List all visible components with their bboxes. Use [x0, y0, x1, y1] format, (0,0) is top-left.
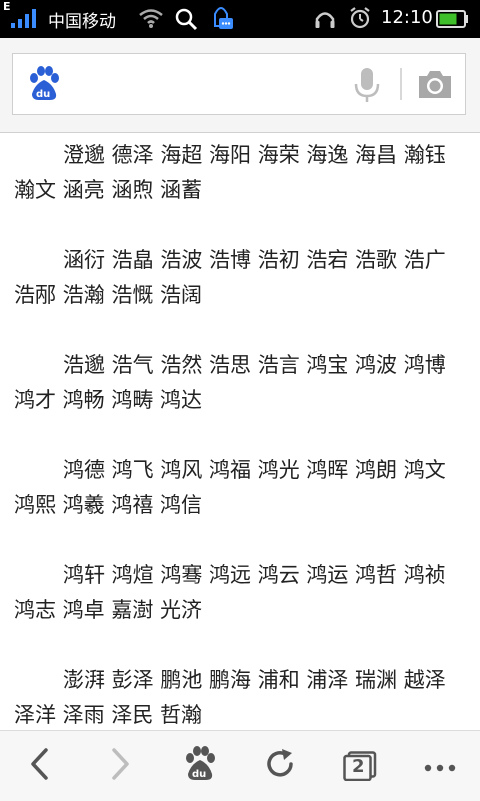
more-menu-button[interactable] [400, 731, 480, 801]
status-bar: E 中国移动 12:10 [0, 0, 480, 38]
svg-text:du: du [36, 89, 50, 100]
alarm-icon [348, 6, 372, 34]
headset-icon [314, 8, 336, 34]
wifi-icon [138, 7, 164, 33]
name-paragraph: 涵衍 浩皛 浩波 浩博 浩初 浩宕 浩歌 浩广 浩邴 浩瀚 浩慨 浩阔 [14, 248, 446, 307]
name-paragraph: 澄邈 德泽 海超 海阳 海荣 海逸 海昌 瀚钰 瀚文 涵亮 涵煦 涵蓄 [14, 143, 446, 202]
refresh-button[interactable] [240, 731, 320, 801]
chat-notification-icon [207, 4, 235, 36]
more-icon [424, 757, 456, 776]
tab-count: 2 [352, 756, 365, 777]
forward-icon [108, 747, 132, 785]
tabs-icon: 2 [343, 751, 377, 781]
forward-button[interactable] [80, 731, 160, 801]
baidu-paw-icon: du [183, 746, 217, 786]
tabs-button[interactable]: 2 [320, 731, 400, 801]
camera-icon[interactable] [417, 68, 453, 104]
search-divider [400, 68, 402, 100]
carrier-name: 中国移动 [48, 12, 116, 32]
baidu-home-button[interactable]: du [160, 731, 240, 801]
search-box[interactable]: du [12, 53, 466, 115]
search-notification-icon [174, 7, 198, 35]
name-paragraph: 鸿轩 鸿煊 鸿骞 鸿远 鸿云 鸿运 鸿哲 鸿祯 鸿志 鸿卓 嘉澍 光济 [14, 563, 446, 622]
back-button[interactable] [0, 731, 80, 801]
name-paragraph: 鸿德 鸿飞 鸿风 鸿福 鸿光 鸿晖 鸿朗 鸿文 鸿熙 鸿羲 鸿禧 鸿信 [14, 458, 446, 517]
microphone-icon[interactable] [353, 66, 381, 108]
back-icon [28, 747, 52, 785]
search-header: du [0, 38, 480, 133]
baidu-logo-icon: du [27, 66, 61, 106]
name-paragraph: 浩邈 浩气 浩然 浩思 浩言 鸿宝 鸿波 鸿博 鸿才 鸿畅 鸿畴 鸿达 [14, 353, 446, 412]
bottom-toolbar: du 2 [0, 730, 480, 801]
status-time: 12:10 [381, 7, 433, 28]
svg-text:du: du [192, 769, 206, 780]
signal-strength-icon [10, 7, 40, 33]
article-content: 澄邈 德泽 海超 海阳 海荣 海逸 海昌 瀚钰 瀚文 涵亮 涵煦 涵蓄 涵衍 浩… [0, 133, 480, 730]
search-input[interactable] [75, 66, 349, 104]
name-paragraph: 澎湃 彭泽 鹏池 鹏海 浦和 浦泽 瑞渊 越泽 泽洋 泽雨 泽民 哲瀚 [14, 668, 446, 727]
refresh-icon [263, 747, 297, 785]
battery-icon [436, 9, 470, 33]
